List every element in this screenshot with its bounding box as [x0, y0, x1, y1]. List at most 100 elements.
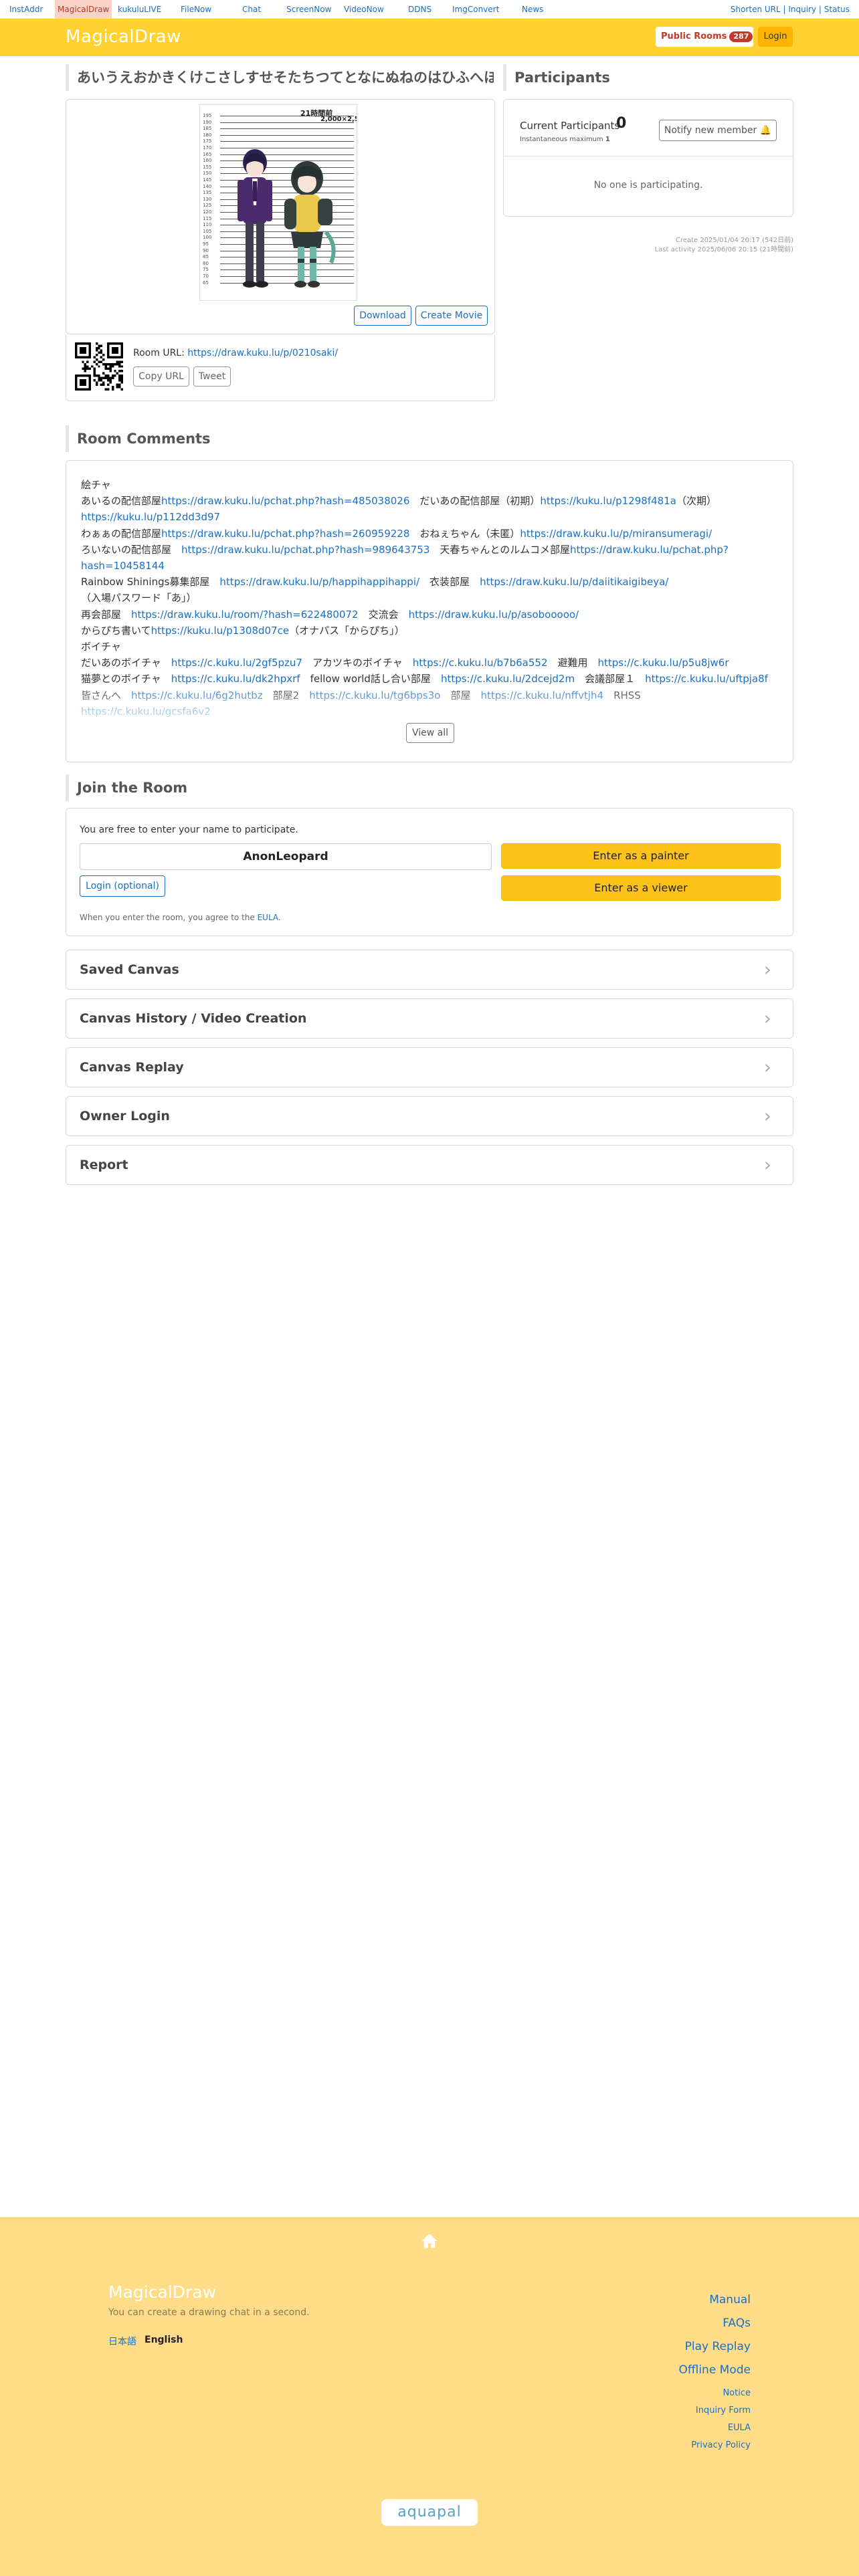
- room-url-label: Room URL:: [133, 348, 185, 358]
- nav-item-instaddr[interactable]: InstAddr: [9, 0, 43, 19]
- instantaneous-max-count: 1: [605, 136, 610, 143]
- footer-link-privacy-policy[interactable]: Privacy Policy: [691, 2440, 751, 2450]
- login-optional-button[interactable]: Login (optional): [80, 875, 165, 897]
- accordion-label: Canvas History / Video Creation: [80, 1011, 307, 1026]
- home-icon[interactable]: [420, 2232, 439, 2250]
- login-button[interactable]: Login: [758, 27, 793, 47]
- notify-new-member-button[interactable]: Notify new member 🔔: [659, 120, 777, 141]
- room-url-link[interactable]: https://draw.kuku.lu/p/0210saki/: [187, 348, 338, 358]
- room-url-panel: Room URL: https://draw.kuku.lu/p/0210sak…: [66, 334, 495, 401]
- canvas-preview[interactable]: 21時間前 2,000×2,500 1951901851801751701651…: [199, 104, 357, 301]
- comment-link[interactable]: https://draw.kuku.lu/pchat.php?hash=9896…: [181, 544, 430, 556]
- comment-text: おねぇちゃん（未匿）: [409, 527, 520, 540]
- comment-text: ボイチャ: [81, 641, 121, 653]
- footer-logo[interactable]: MagicalDraw: [108, 2282, 216, 2302]
- create-movie-button[interactable]: Create Movie: [415, 306, 488, 326]
- participants-title: Participants: [503, 64, 793, 91]
- comment-link[interactable]: https://c.kuku.lu/b7b6a552: [413, 657, 548, 669]
- public-rooms-label: Public Rooms: [661, 31, 727, 41]
- footer-link-eula[interactable]: EULA: [728, 2423, 751, 2433]
- participant-name-input[interactable]: [80, 843, 492, 870]
- comment-line: Rainbow Shinings募集部屋 https://draw.kuku.l…: [81, 574, 779, 606]
- comment-text: だいあのボイチャ: [81, 657, 171, 669]
- comment-link[interactable]: https://kuku.lu/p1298f481a: [540, 495, 676, 507]
- accordion-canvas-history[interactable]: Canvas History / Video Creation ›: [66, 998, 793, 1039]
- accordion-canvas-replay[interactable]: Canvas Replay ›: [66, 1047, 793, 1087]
- comment-link[interactable]: https://draw.kuku.lu/room/?hash=62248007…: [131, 609, 359, 621]
- comment-text: （オナパス「からぴち」）: [289, 624, 405, 637]
- comment-text: アカツキのボイチャ: [302, 657, 413, 669]
- comment-link[interactable]: https://c.kuku.lu/2gf5pzu7: [171, 657, 302, 669]
- comment-text: 交流会: [358, 608, 409, 621]
- comment-text: （入場パスワード「あ」）: [81, 592, 197, 605]
- comment-link[interactable]: https://draw.kuku.lu/p/miransumeragi/: [520, 528, 712, 540]
- eula-agreement-note: When you enter the room, you agree to th…: [80, 913, 281, 922]
- nav-item-magicaldraw[interactable]: MagicalDraw: [55, 0, 112, 19]
- join-room-panel: You are free to enter your name to parti…: [66, 808, 793, 936]
- public-rooms-button[interactable]: Public Rooms 287: [656, 27, 753, 47]
- current-participants-count: 0: [616, 115, 627, 132]
- aquapal-brand-logo[interactable]: aquapal: [381, 2499, 478, 2526]
- comment-line: 再会部屋 https://draw.kuku.lu/room/?hash=622…: [81, 607, 779, 623]
- site-header: MagicalDraw Public Rooms 287 Login: [0, 19, 859, 56]
- nav-item-screennow[interactable]: ScreenNow: [286, 0, 331, 19]
- nav-item-videonow[interactable]: VideoNow: [344, 0, 384, 19]
- enter-as-viewer-button[interactable]: Enter as a viewer: [501, 875, 781, 901]
- comment-link[interactable]: https://draw.kuku.lu/pchat.php?hash=4850…: [161, 495, 409, 507]
- join-description: You are free to enter your name to parti…: [80, 825, 298, 835]
- accordion-label: Report: [80, 1158, 128, 1172]
- eula-prefix: When you enter the room, you agree to th…: [80, 913, 258, 922]
- current-participants-label: Current Participants: [520, 120, 620, 132]
- footer-link-notice[interactable]: Notice: [723, 2388, 751, 2398]
- chevron-right-icon: ›: [763, 958, 771, 980]
- tweet-button[interactable]: Tweet: [193, 366, 231, 387]
- nav-item-ddns[interactable]: DDNS: [408, 0, 432, 19]
- comment-link[interactable]: https://draw.kuku.lu/p/asobooooo/: [409, 609, 579, 621]
- footer-link-play-replay[interactable]: Play Replay: [685, 2340, 751, 2353]
- accordion-label: Owner Login: [80, 1109, 170, 1123]
- copy-url-button[interactable]: Copy URL: [133, 366, 189, 387]
- comment-line: だいあのボイチャ https://c.kuku.lu/2gf5pzu7 アカツキ…: [81, 655, 779, 671]
- nav-item-chat[interactable]: Chat: [242, 0, 261, 19]
- nav-item-kukululive[interactable]: kukuluLIVE: [118, 0, 161, 19]
- language-english-current: English: [145, 2335, 183, 2345]
- accordion-report[interactable]: Report ›: [66, 1145, 793, 1185]
- participants-panel: Current Participants 0 Instantaneous max…: [503, 99, 793, 217]
- room-comments-title: Room Comments: [66, 425, 793, 452]
- chevron-right-icon: ›: [763, 1007, 771, 1029]
- comment-text: 衣装部屋: [419, 576, 480, 588]
- comment-link[interactable]: https://kuku.lu/p112dd3d97: [81, 511, 220, 523]
- site-footer: MagicalDraw You can create a drawing cha…: [0, 2218, 859, 2576]
- character-boy-illustration: [237, 149, 272, 288]
- comment-link[interactable]: https://kuku.lu/p1308d07ce: [151, 625, 290, 637]
- download-button[interactable]: Download: [354, 306, 411, 326]
- comment-link[interactable]: https://c.kuku.lu/p5u8jw6r: [598, 657, 729, 669]
- eula-link[interactable]: EULA: [258, 913, 278, 922]
- accordion-label: Canvas Replay: [80, 1060, 184, 1075]
- accordion-owner-login[interactable]: Owner Login ›: [66, 1096, 793, 1136]
- accordion-saved-canvas[interactable]: Saved Canvas ›: [66, 950, 793, 990]
- nav-right-links[interactable]: Shorten URL | Inquiry | Status: [731, 0, 850, 19]
- footer-link-faqs[interactable]: FAQs: [723, 2317, 751, 2330]
- enter-as-painter-button[interactable]: Enter as a painter: [501, 843, 781, 869]
- room-url-row: Room URL: https://draw.kuku.lu/p/0210sak…: [133, 348, 338, 358]
- footer-link-inquiry-form[interactable]: Inquiry Form: [696, 2405, 751, 2416]
- comment-text: あいるの配信部屋: [81, 495, 162, 508]
- comment-link[interactable]: https://draw.kuku.lu/pchat.php?hash=2609…: [161, 528, 409, 540]
- comment-text: わぁぁの配信部屋: [81, 527, 162, 540]
- comment-text: だいあの配信部屋（初期）: [409, 495, 541, 508]
- footer-link-offline-mode[interactable]: Offline Mode: [679, 2363, 751, 2377]
- site-logo[interactable]: MagicalDraw: [66, 27, 181, 47]
- room-comments-panel: 絵チャ あいるの配信部屋https://draw.kuku.lu/pchat.ph…: [66, 460, 793, 762]
- nav-item-imgconvert[interactable]: ImgConvert: [452, 0, 499, 19]
- comment-link[interactable]: https://draw.kuku.lu/p/daiitikaigibeya/: [480, 576, 668, 588]
- language-japanese-link[interactable]: 日本語: [108, 2335, 136, 2348]
- nav-item-filenow[interactable]: FileNow: [181, 0, 211, 19]
- canvas-illustration: [237, 149, 336, 288]
- chevron-right-icon: ›: [763, 1056, 771, 1078]
- footer-link-manual[interactable]: Manual: [709, 2293, 751, 2306]
- comment-text: 天春ちゃんとのルムコメ部屋: [430, 543, 570, 556]
- view-all-comments-button[interactable]: View all: [406, 723, 454, 743]
- comment-link[interactable]: https://draw.kuku.lu/p/happihappihappi/: [219, 576, 419, 588]
- nav-item-news[interactable]: News: [522, 0, 543, 19]
